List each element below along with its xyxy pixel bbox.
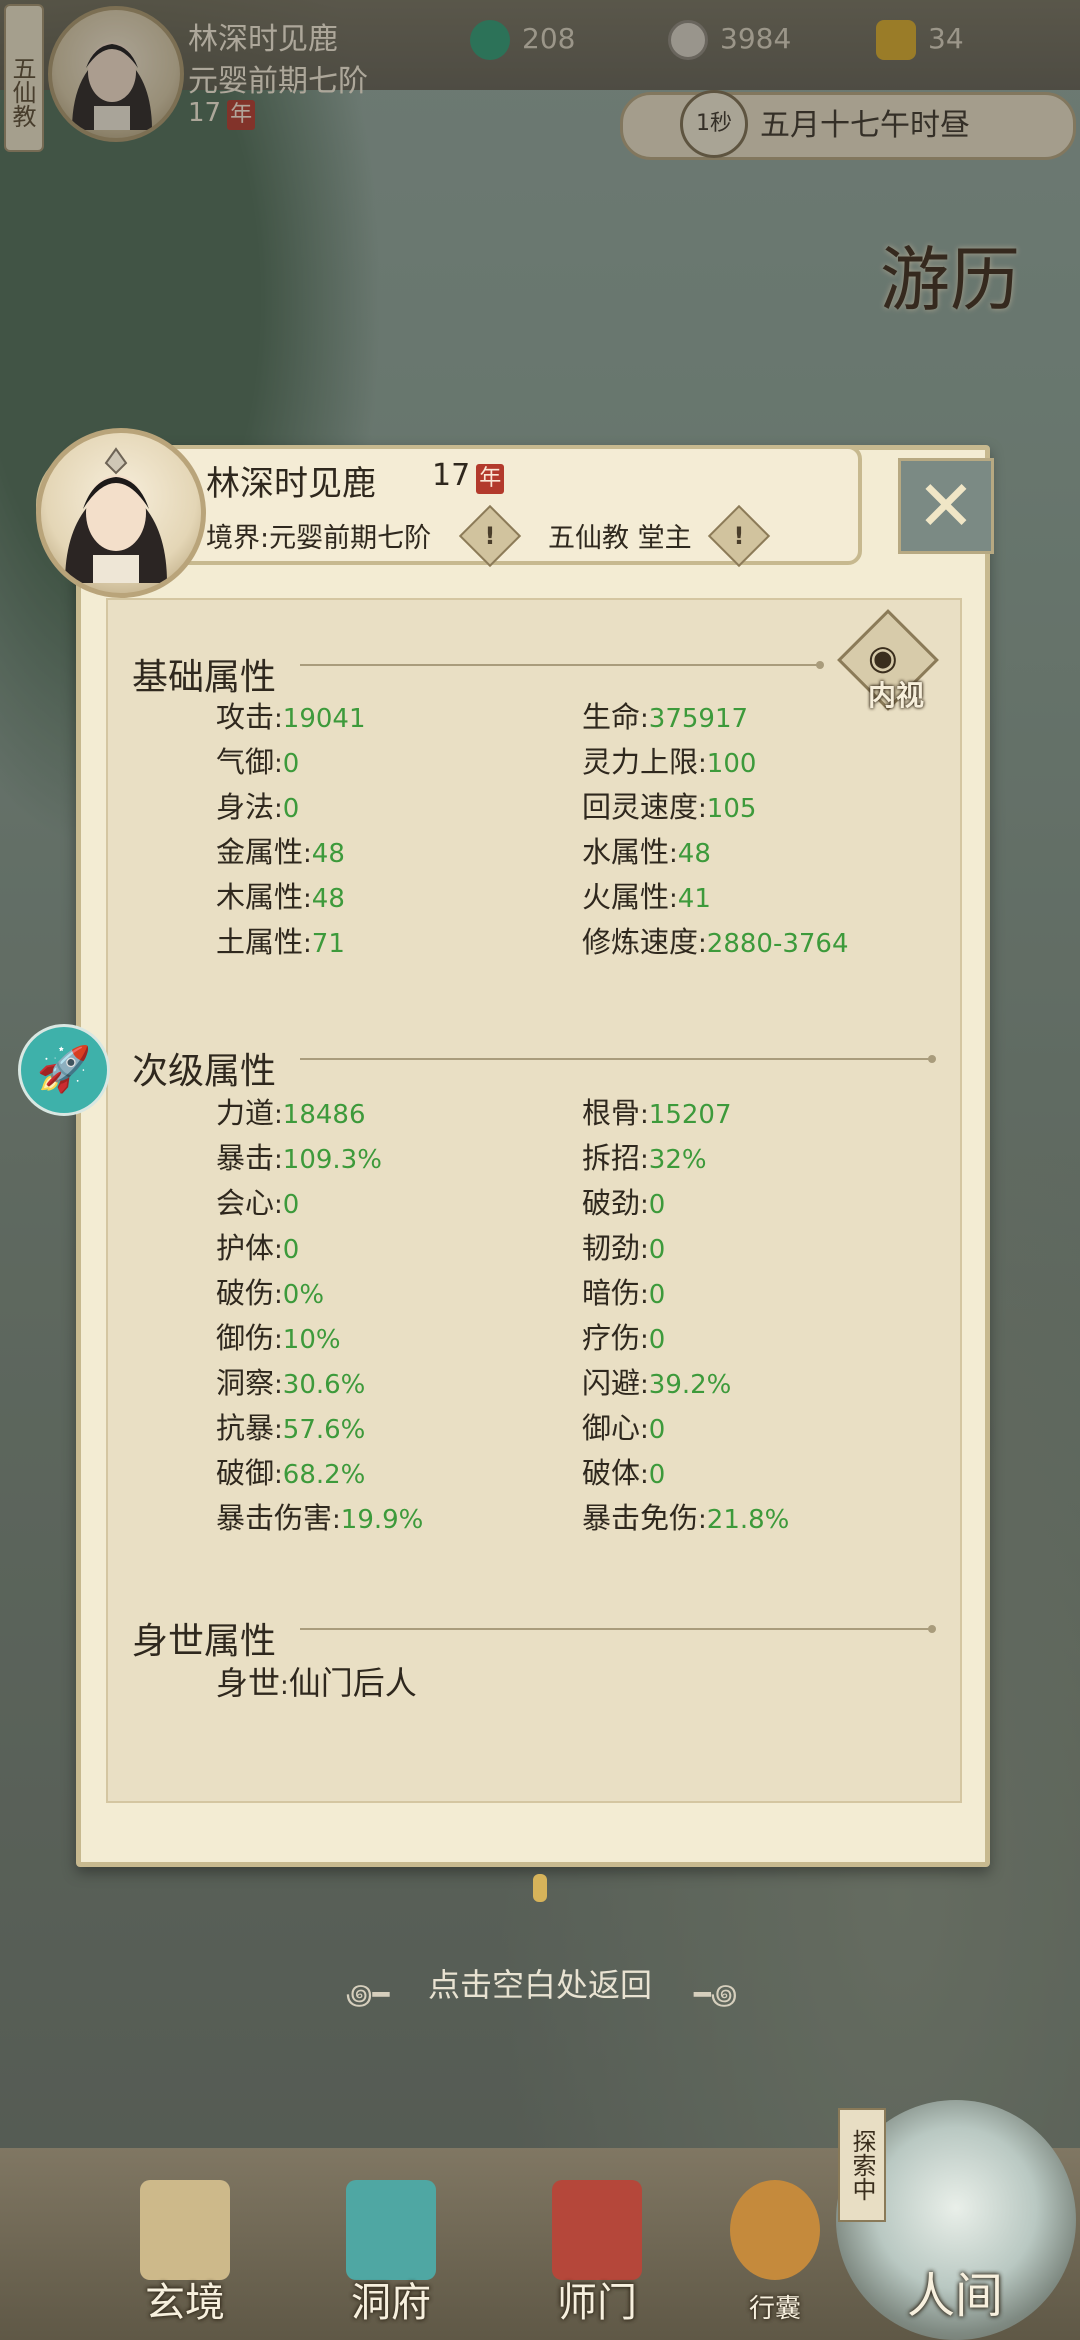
attr-spirit-regen: 回灵速度:105 [582, 790, 757, 824]
inner-view-button[interactable]: ◉ 内视 [837, 609, 948, 726]
panel-age: 17 年 [432, 458, 505, 494]
attr-earth: 土属性:71 [216, 925, 345, 959]
attr-healing: 疗伤:0 [582, 1321, 666, 1355]
attr-wood: 木属性:48 [216, 880, 345, 914]
nav-shimen[interactable]: 师门 [522, 2180, 672, 2330]
bag-icon [730, 2180, 820, 2280]
close-icon: ✕ [916, 465, 976, 547]
attr-metal: 金属性:48 [216, 835, 345, 869]
attr-background: 身世:仙门后人 [216, 1664, 417, 1702]
scroll-icon [140, 2180, 230, 2280]
swirl-right-icon: ━꩜ [694, 1978, 738, 2011]
rocket-icon: 🚀 [36, 1044, 92, 1095]
attr-wound-defense: 御伤:10% [216, 1321, 341, 1355]
section-divider [300, 1625, 936, 1633]
attr-crit-resist: 抗暴:57.6% [216, 1411, 366, 1445]
attr-agility: 身法:0 [216, 790, 300, 824]
panel-avatar [36, 428, 206, 598]
section-title-secondary: 次级属性 [132, 1051, 277, 1092]
attr-crit-damage-reduction: 暴击免伤:21.8% [582, 1501, 790, 1535]
panel-age-seal: 年 [476, 464, 505, 494]
scroll-pin-icon [533, 1874, 547, 1902]
pavilion-icon [346, 2180, 436, 2280]
nav-dongfu[interactable]: 洞府 [316, 2180, 466, 2330]
nav-label: 玄境 [145, 2280, 225, 2326]
nav-xuanjing[interactable]: 玄境 [110, 2180, 260, 2330]
attr-hp: 生命:375917 [582, 700, 749, 734]
renjian-label: 人间 [906, 2268, 1003, 2324]
section-divider [300, 1055, 936, 1063]
attr-insight: 会心:0 [216, 1186, 300, 1220]
attr-crit-damage: 暴击伤害:19.9% [216, 1501, 424, 1535]
nav-label: 行囊 [748, 2294, 801, 2324]
attr-break-force: 破劲:0 [582, 1186, 666, 1220]
attr-strength: 力道:18486 [216, 1096, 366, 1130]
panel-sect-position: 五仙教 堂主 [548, 523, 692, 554]
attr-hidden-wound: 暗伤:0 [582, 1276, 666, 1310]
section-title-basic: 基础属性 [132, 657, 277, 698]
nav-label: 洞府 [351, 2280, 431, 2326]
section-title-background: 身世属性 [132, 1621, 277, 1662]
eye-icon: ◉ [868, 638, 898, 678]
banner-icon [552, 2180, 642, 2280]
attr-attack: 攻击:19041 [216, 700, 366, 734]
attr-dodge: 闪避:39.2% [582, 1366, 732, 1400]
attr-constitution: 根骨:15207 [582, 1096, 732, 1130]
inner-view-label: 内视 [867, 679, 924, 712]
panel-realm: 境界:元婴前期七阶 [206, 523, 432, 554]
attr-crit: 暴击:109.3% [216, 1141, 382, 1175]
exploring-badge: 探索中 [838, 2108, 886, 2222]
attr-fire: 火属性:41 [582, 880, 711, 914]
nav-xingnang[interactable]: 行囊 [700, 2180, 850, 2330]
rocket-button[interactable]: 🚀 [18, 1024, 110, 1116]
attr-perception: 洞察:30.6% [216, 1366, 366, 1400]
nav-label: 师门 [557, 2280, 637, 2326]
attr-parry: 拆招:32% [582, 1141, 707, 1175]
attr-water: 水属性:48 [582, 835, 711, 869]
attr-toughness: 韧劲:0 [582, 1231, 666, 1265]
attr-mind-guard: 御心:0 [582, 1411, 666, 1445]
attr-break-body: 破体:0 [582, 1456, 666, 1490]
section-divider [300, 661, 824, 669]
attr-cultivation-speed: 修炼速度:2880-3764 [582, 925, 849, 959]
attr-pierce-wound: 破伤:0% [216, 1276, 325, 1310]
close-button[interactable]: ✕ [898, 458, 994, 554]
attr-qi-defense: 气御:0 [216, 745, 300, 779]
panel-player-name: 林深时见鹿 [206, 464, 376, 504]
return-hint: 点击空白处返回 [427, 1966, 652, 2004]
attr-spirit-max: 灵力上限:100 [582, 745, 757, 779]
attr-break-defense: 破御:68.2% [216, 1456, 366, 1490]
attr-body-guard: 护体:0 [216, 1231, 300, 1265]
